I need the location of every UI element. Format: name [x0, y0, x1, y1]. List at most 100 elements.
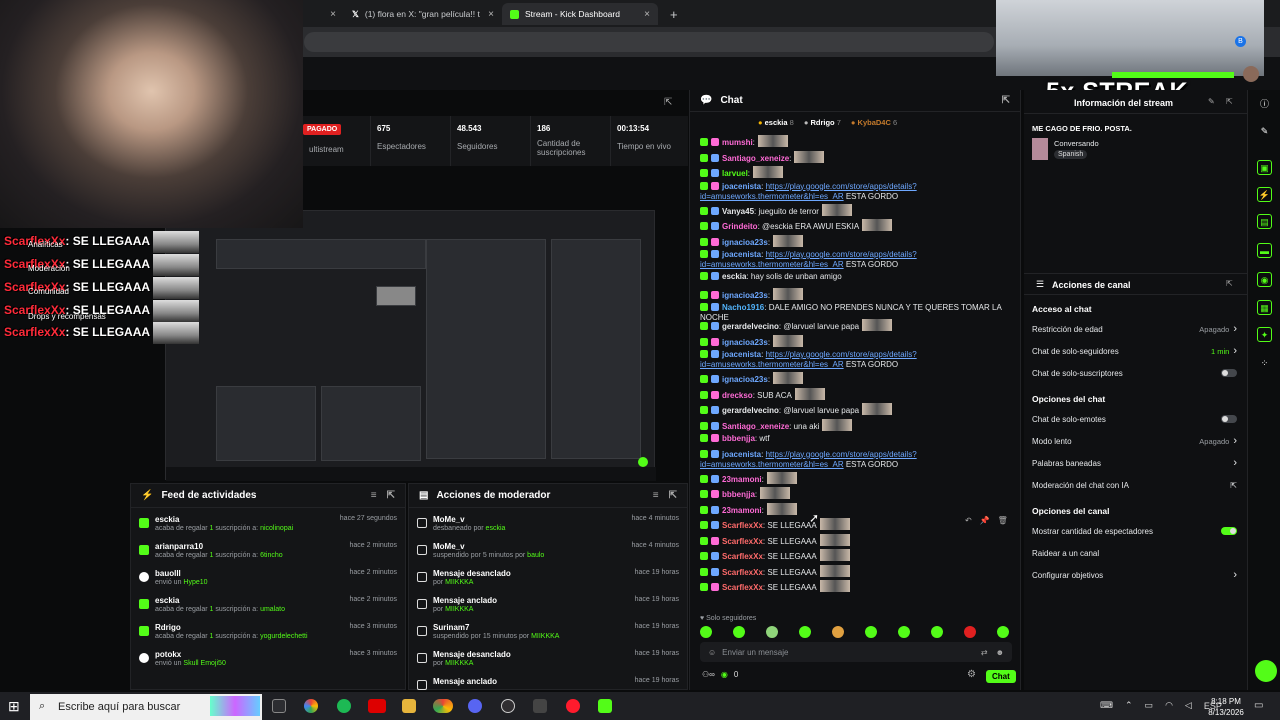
tab-kick-dashboard[interactable]: Stream - Kick Dashboard ×	[502, 3, 658, 25]
popout-icon[interactable]: ⇱	[664, 97, 672, 108]
chat-username[interactable]: 23mamoni	[722, 506, 762, 515]
setting-row[interactable]: Mostrar cantidad de espectadores	[1032, 522, 1237, 540]
chat-username[interactable]: bbbenjja	[722, 434, 755, 443]
chat-username[interactable]: ScarflexXx	[722, 568, 763, 577]
chat-username[interactable]: ScarflexXx	[722, 521, 763, 530]
chat-username[interactable]: 23mamoni	[722, 475, 762, 484]
list-item[interactable]: esckia acaba de regalar 1 suscripción a: …	[139, 514, 397, 540]
stats-icon[interactable]: ▦	[1257, 300, 1272, 315]
menu-analytics[interactable]: Analíticas	[28, 240, 63, 249]
chat-message[interactable]: 23mamoni:	[700, 502, 1005, 516]
chat-username[interactable]: ignacioa23s	[722, 238, 768, 247]
gifter-item[interactable]: ● esckia 8	[758, 118, 794, 127]
emote-icon[interactable]	[733, 626, 745, 638]
filter-icon[interactable]: ≡	[371, 490, 377, 501]
info-icon[interactable]: ⓘ	[1257, 97, 1272, 112]
app-icon[interactable]	[368, 699, 386, 713]
list-item[interactable]: Mensaje desanclado por MIIKKKA hace 19 hor…	[417, 649, 679, 675]
tab-close-prev[interactable]: ×	[320, 3, 344, 25]
wifi-icon[interactable]: ◠	[1165, 700, 1173, 711]
chat-message[interactable]: bbbenjja: wtf	[700, 434, 1005, 444]
spotify-icon[interactable]	[337, 699, 351, 713]
copilot-icon[interactable]	[304, 699, 318, 713]
emote-icon[interactable]	[898, 626, 910, 638]
chat-send-button[interactable]: Chat	[986, 670, 1016, 683]
chat-username[interactable]: mumshi	[722, 138, 753, 147]
chat-message[interactable]: 23mamoni:	[700, 471, 1005, 485]
chat-message[interactable]: ignacioa23s:	[700, 334, 1005, 348]
chat-message[interactable]: ScarflexXx: SE LLEGAAA	[700, 564, 1005, 578]
network-icon[interactable]: ▭	[1145, 700, 1154, 711]
keyboard-icon[interactable]: ⌨	[1100, 700, 1113, 711]
list-icon[interactable]: ▤	[1257, 214, 1272, 229]
volume-icon[interactable]: ◁	[1185, 700, 1192, 711]
chat-message[interactable]: Grindeito: @esckia ERA AWUI ESKIA	[700, 219, 1005, 232]
url-field[interactable]	[304, 32, 994, 52]
list-item[interactable]: bauolll envió un Hype10 hace 2 minutos	[139, 568, 397, 594]
chat-username[interactable]: Nacho1916	[722, 303, 764, 312]
kick-icon[interactable]	[598, 699, 612, 713]
emote-icon[interactable]	[964, 626, 976, 638]
help-fab[interactable]	[1255, 660, 1277, 682]
chat-username[interactable]: ignacioa23s	[722, 375, 768, 384]
list-item[interactable]: MoMe_v suspendido por 5 minutos por baulo…	[417, 541, 679, 567]
emote-icon[interactable]	[766, 626, 778, 638]
chat-username[interactable]: larvuel	[722, 169, 748, 178]
windows-start-icon[interactable]: ⊞	[8, 698, 20, 715]
chat-username[interactable]: joacenista	[722, 250, 761, 259]
menu-drops[interactable]: Drops y recompensas	[28, 312, 106, 321]
emote-icon[interactable]	[997, 626, 1009, 638]
setting-row[interactable]: Modo lento Apagado ›	[1032, 432, 1237, 450]
chat-username[interactable]: ignacioa23s	[722, 291, 768, 300]
chat-username[interactable]: joacenista	[722, 182, 761, 191]
chat-username[interactable]: gerardelvecino	[722, 322, 779, 331]
chat-username[interactable]: ignacioa23s	[722, 338, 768, 347]
list-item[interactable]: potokx envió un Skull Emoji50 hace 3 minut…	[139, 649, 397, 675]
setting-row[interactable]: Moderación del chat con IA ⇱	[1032, 476, 1237, 494]
emote-icon[interactable]	[865, 626, 877, 638]
chrome-icon[interactable]	[433, 699, 453, 713]
chat-username[interactable]: Santiago_xeneize	[722, 154, 789, 163]
popout-icon[interactable]: ⇱	[1226, 279, 1233, 288]
setting-row[interactable]: Chat de solo-emotes	[1032, 410, 1237, 428]
chat-message[interactable]: ScarflexXx: SE LLEGAAA	[700, 549, 1005, 562]
chevron-up-icon[interactable]: ⌃	[1125, 700, 1133, 711]
chat-username[interactable]: joacenista	[722, 350, 761, 359]
clock[interactable]: 8:18 PM 8/13/2026	[1202, 696, 1250, 718]
close-icon[interactable]: ×	[488, 9, 494, 20]
chat-message[interactable]: ignacioa23s:	[700, 372, 1005, 385]
chat-username[interactable]: bbbenjja	[722, 490, 755, 499]
chat-username[interactable]: ScarflexXx	[722, 552, 763, 561]
filter-icon[interactable]: ≡	[653, 490, 659, 501]
chat-message[interactable]: dreckso: SUB ACA	[700, 387, 1005, 401]
profile-icon[interactable]: B	[1235, 36, 1246, 47]
apps-icon[interactable]: ⁘	[1257, 356, 1272, 371]
chat-username[interactable]: ScarflexXx	[722, 537, 763, 546]
chat-message[interactable]: larvuel:	[700, 166, 1005, 179]
list-item[interactable]: MoMe_v desbaneado por esckia hace 4 minuto…	[417, 514, 679, 540]
widget-icon[interactable]: ▣	[1257, 160, 1272, 175]
opera-icon[interactable]	[566, 699, 580, 713]
emote-picker-icon[interactable]: ☻	[996, 648, 1004, 657]
task-view-icon[interactable]	[272, 699, 286, 713]
notification-icon[interactable]: ▭	[1254, 700, 1263, 711]
popout-icon[interactable]: ⇱	[1002, 95, 1010, 106]
chat-username[interactable]: dreckso	[722, 391, 753, 400]
emote-icon[interactable]	[832, 626, 844, 638]
tab-twitter[interactable]: 𝕏 (1) flora en X: "gran película!! t ×	[344, 3, 502, 25]
new-tab-button[interactable]: +	[662, 3, 686, 25]
menu-community[interactable]: Comunidad	[28, 287, 69, 296]
eye-icon[interactable]: ◉	[1257, 272, 1272, 287]
list-item[interactable]: Rdrigo acaba de regalar 1 suscripción a: …	[139, 622, 397, 648]
toggle-switch[interactable]	[1221, 369, 1237, 377]
chat-message[interactable]: ignacioa23s:	[700, 234, 1005, 248]
chat-message[interactable]: joacenista: https://play.google.com/stor…	[700, 250, 1005, 270]
setting-row[interactable]: Restricción de edad Apagado ›	[1032, 320, 1237, 338]
chat-message[interactable]: gerardelvecino: @larvuel larvue papa	[700, 403, 1005, 416]
chat-username[interactable]: Grindeito	[722, 222, 758, 231]
edit-icon[interactable]: ✎	[1208, 97, 1215, 106]
chat-username[interactable]: Santiago_xeneize	[722, 422, 789, 431]
chat-message[interactable]: esckia: hay solis de unban amigo	[700, 272, 1005, 282]
setting-row[interactable]: Chat de solo-seguidores 1 min ›	[1032, 342, 1237, 360]
chat-message[interactable]: mumshi:	[700, 135, 1005, 148]
